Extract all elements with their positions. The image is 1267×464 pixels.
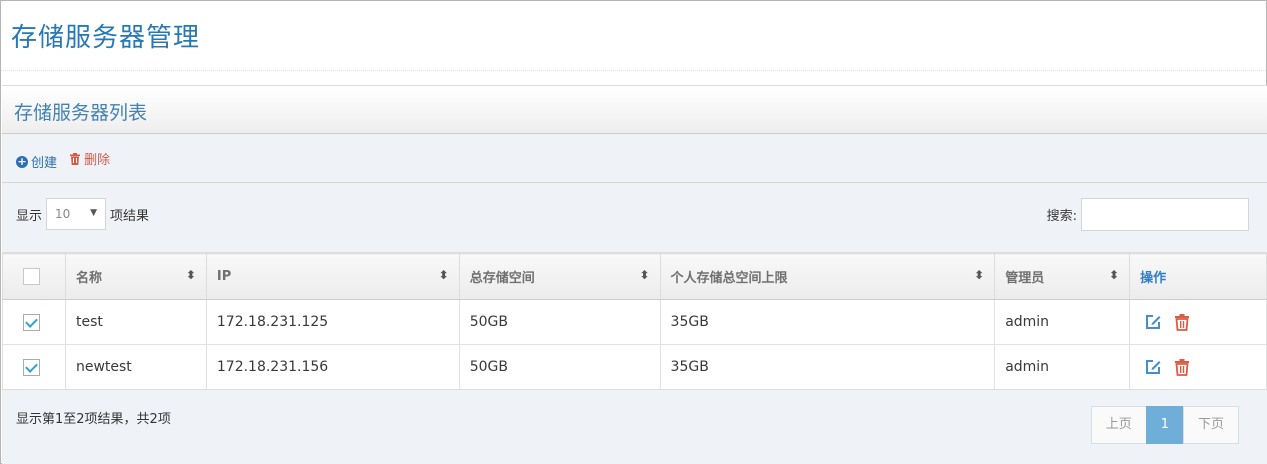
table-info: 显示第1至2项结果，共2项	[16, 412, 171, 427]
column-header-admin[interactable]: 管理员 ⬍	[994, 253, 1131, 300]
edit-icon[interactable]	[1144, 358, 1162, 376]
caret-down-icon: ▼	[90, 208, 98, 218]
row-checkbox[interactable]	[23, 313, 40, 331]
column-header-ip[interactable]: IP ⬍	[205, 253, 460, 300]
cell-name: test	[64, 299, 207, 345]
row-select-cell	[2, 299, 66, 345]
next-page-button[interactable]: 下页	[1182, 406, 1239, 444]
app-frame: 存储服务器管理 存储服务器列表 + 创建 删除 显示 10 ▼ 项结果 搜索: …	[0, 0, 1267, 464]
column-header-limit[interactable]: 个人存储总空间上限 ⬍	[659, 253, 996, 300]
cell-admin: admin	[994, 299, 1131, 345]
create-label: 创建	[31, 156, 58, 171]
select-all-header	[2, 253, 66, 300]
length-suffix: 项结果	[110, 208, 150, 224]
cell-actions	[1129, 299, 1267, 345]
cell-total: 50GB	[458, 299, 661, 345]
search-label: 搜索:	[1046, 209, 1077, 224]
select-all-checkbox[interactable]	[23, 268, 40, 285]
delete-button[interactable]: 删除	[69, 149, 110, 168]
cell-total: 50GB	[458, 344, 661, 390]
column-header-name[interactable]: 名称 ⬍	[64, 253, 207, 300]
plus-circle-icon: +	[16, 154, 28, 168]
row-select-cell	[2, 344, 66, 390]
cell-name: newtest	[64, 344, 207, 390]
pagination: 上页 1 下页	[1090, 406, 1239, 444]
trash-icon[interactable]	[1173, 313, 1191, 331]
cell-limit: 35GB	[659, 344, 996, 390]
cell-ip: 172.18.231.125	[205, 299, 460, 345]
widget-title: 存储服务器列表	[14, 102, 148, 124]
cell-ip: 172.18.231.156	[205, 344, 460, 390]
page-button-current[interactable]: 1	[1145, 406, 1184, 444]
page-length-control: 显示 10 ▼ 项结果	[16, 198, 149, 230]
prev-page-button[interactable]: 上页	[1090, 406, 1147, 444]
widget-header: 存储服务器列表	[2, 85, 1267, 134]
search-input[interactable]	[1081, 198, 1249, 231]
cell-admin: admin	[994, 344, 1131, 390]
server-table: 名称 ⬍ IP ⬍ 总存储空间 ⬍ 个人存储总空间上限 ⬍ 管理员 ⬍ 操作 test 1…	[2, 253, 1267, 390]
sort-icon: ⬍	[185, 268, 196, 282]
table-header-row: 名称 ⬍ IP ⬍ 总存储空间 ⬍ 个人存储总空间上限 ⬍ 管理员 ⬍ 操作	[2, 253, 1267, 300]
trash-icon[interactable]	[1173, 358, 1191, 376]
edit-icon[interactable]	[1144, 313, 1162, 331]
page-header: 存储服务器管理	[1, 1, 1266, 71]
page-length-value: 10	[55, 207, 71, 221]
table-footer: 显示第1至2项结果，共2项 上页 1 下页	[2, 389, 1267, 464]
page-length-select[interactable]: 10 ▼	[46, 198, 107, 230]
sort-icon: ⬍	[1109, 268, 1120, 282]
create-button[interactable]: + 创建	[16, 152, 57, 171]
column-header-total[interactable]: 总存储空间 ⬍	[458, 253, 661, 300]
sort-icon: ⬍	[438, 268, 449, 282]
search-control: 搜索:	[1047, 198, 1249, 231]
sort-icon: ⬍	[639, 268, 650, 282]
length-prefix: 显示	[16, 208, 43, 224]
row-checkbox[interactable]	[23, 358, 40, 376]
column-header-actions: 操作	[1129, 253, 1267, 300]
page-title: 存储服务器管理	[11, 23, 201, 53]
toolbar: + 创建 删除	[2, 134, 1267, 183]
cell-actions	[1129, 344, 1267, 390]
table-controls: 显示 10 ▼ 项结果 搜索:	[2, 183, 1267, 253]
table-row: newtest 172.18.231.156 50GB 35GB admin	[2, 344, 1267, 390]
cell-limit: 35GB	[659, 299, 996, 345]
table-row: test 172.18.231.125 50GB 35GB admin	[2, 299, 1267, 345]
trash-icon	[70, 152, 81, 165]
delete-label: 删除	[84, 153, 111, 168]
sort-icon: ⬍	[974, 268, 985, 282]
